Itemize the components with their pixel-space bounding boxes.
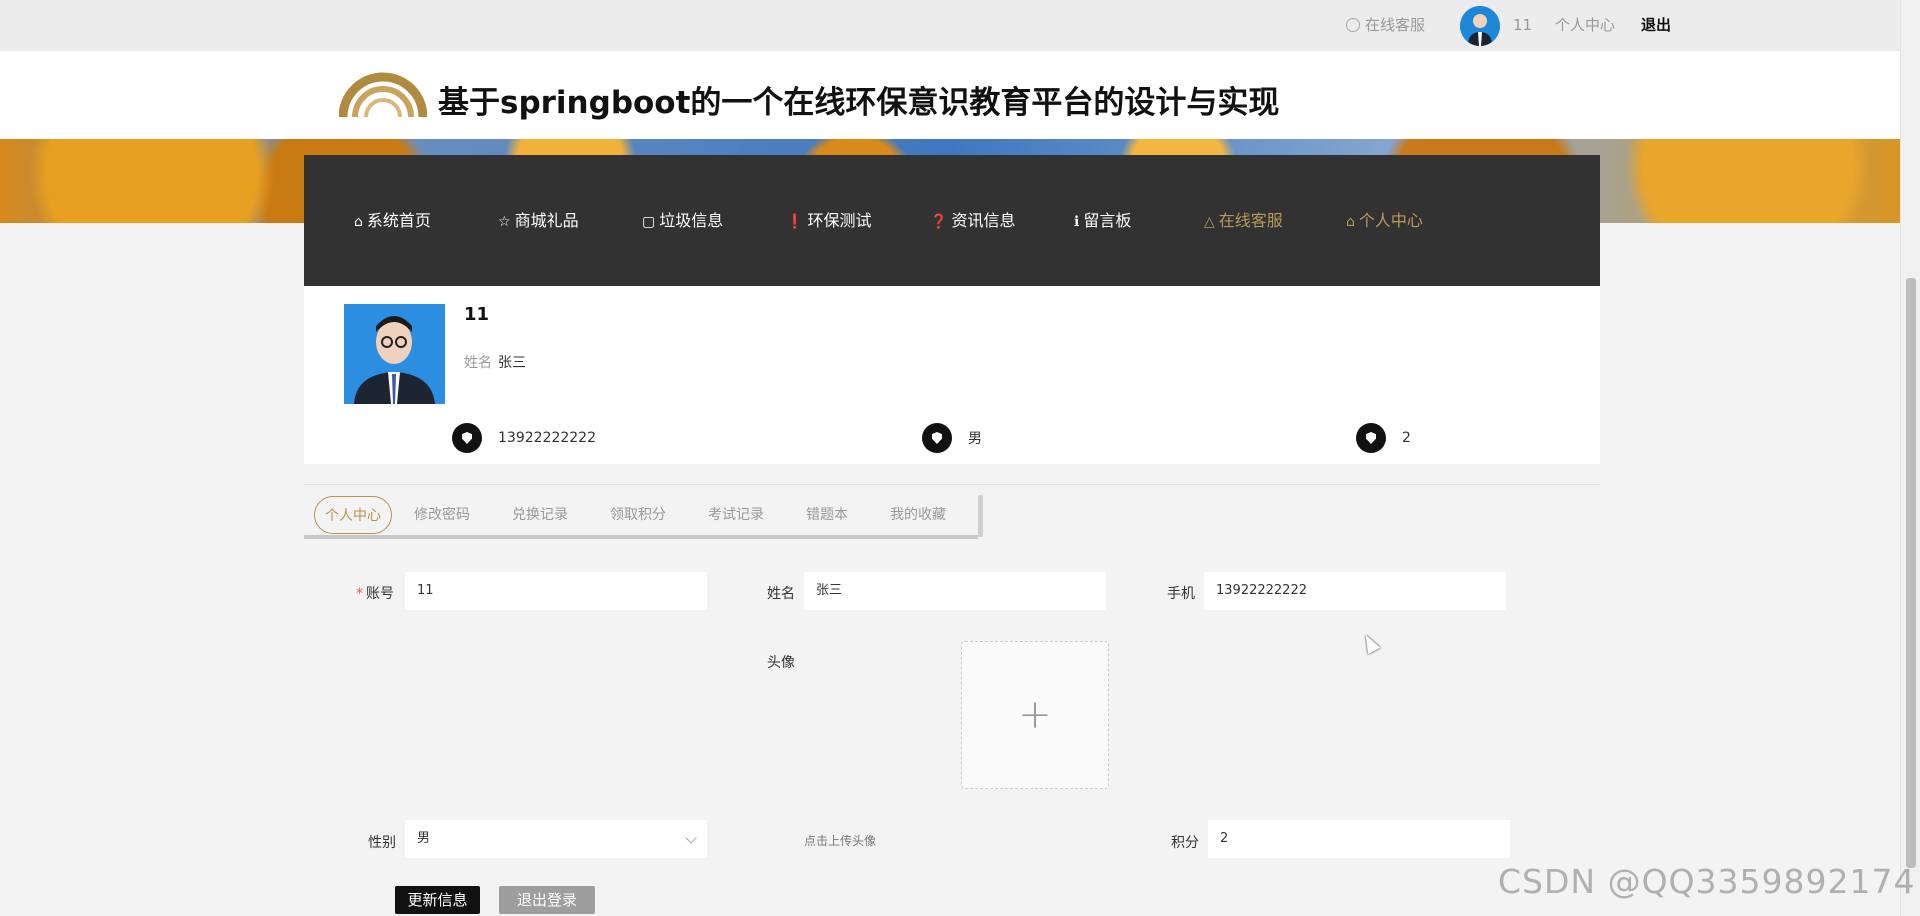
avatar[interactable] [1460,6,1500,46]
profile-card: 11 姓名 张三 13922222222 男 2 [304,286,1600,464]
profile-username: 11 [464,304,490,325]
profile-gender: 男 [922,423,982,453]
site-title: 基于springboot的一个在线环保意识教育平台的设计与实现 [438,85,1280,121]
nav-item-personal-center[interactable]: ⌂ 个人中心 [1346,211,1423,232]
logo-icon [339,72,427,118]
tab-wrong-questions[interactable]: 错题本 [806,496,848,534]
main-nav: ⌂ 系统首页 ☆ 商城礼品 ▢ 垃圾信息 ❗ 环保测试 ❓ 资讯信息 ℹ 留言板 △ 在线客服… [304,155,1600,286]
tab-change-password[interactable]: 修改密码 [414,496,470,534]
site-header: 基于springboot的一个在线环保意识教育平台的设计与实现 [0,51,1900,139]
avatar-label: 头像 [767,655,795,671]
top-utility-bar: 在线客服 11 个人中心 退出 [0,0,1900,51]
points-label: 积分 [1171,835,1199,851]
home-icon: ⌂ [354,214,363,230]
gender-select[interactable]: 男 [405,820,707,858]
watermark: CSDN @QQ3359892174 [1498,862,1916,901]
personal-center-link[interactable]: 个人中心 [1555,16,1615,34]
nav-item-test[interactable]: ❗ 环保测试 [786,211,871,232]
logout-link[interactable]: 退出 [1641,16,1671,34]
tab-scroll-track[interactable] [304,535,978,539]
plus-icon: + [1018,692,1052,738]
name-value: 张三 [498,355,526,371]
nav-item-messages[interactable]: ℹ 留言板 [1074,211,1131,232]
page-scrollbar[interactable] [1900,0,1920,916]
online-service-link[interactable]: 在线客服 [1346,16,1425,34]
phone-field[interactable]: 13922222222 [1204,572,1506,610]
shield-icon [452,423,482,453]
tab-favorites[interactable]: 我的收藏 [890,496,946,534]
profile-real-name: 姓名 张三 [464,352,526,372]
upload-hint: 点击上传头像 [804,834,877,848]
avatar-upload[interactable]: + [961,641,1109,789]
topbar-username: 11 [1513,16,1533,34]
tab-exchange-records[interactable]: 兑换记录 [512,496,568,534]
points-field[interactable]: 2 [1208,820,1510,858]
tab-exam-records[interactable]: 考试记录 [708,496,764,534]
name-field-label: 姓名 [767,586,795,602]
nav-item-news[interactable]: ❓ 资讯信息 [930,211,1015,232]
account-field[interactable]: 11 [405,572,707,610]
bell-icon: △ [1204,214,1215,230]
nav-item-garbage[interactable]: ▢ 垃圾信息 [642,211,723,232]
profile-form-panel: 个人中心 修改密码 兑换记录 领取积分 考试记录 错题本 我的收藏 * 账号 11… [304,484,1600,916]
shield-icon [1356,423,1386,453]
profile-points: 2 [1356,423,1411,453]
update-info-button[interactable]: 更新信息 [395,886,480,914]
home-icon: ⌂ [1346,214,1355,230]
info-icon: ℹ [1074,214,1080,230]
profile-photo [344,304,445,404]
online-service-label: 在线客服 [1365,16,1426,34]
nav-item-mall[interactable]: ☆ 商城礼品 [498,211,579,232]
account-label: * 账号 [356,586,394,602]
nav-item-service[interactable]: △ 在线客服 [1204,211,1283,232]
bag-icon: ▢ [642,214,656,230]
profile-phone: 13922222222 [452,423,596,453]
tab-scroll-handle[interactable] [978,495,983,537]
scrollbar-thumb[interactable] [1906,278,1916,868]
logout-button[interactable]: 退出登录 [499,886,595,914]
gender-label: 性别 [368,835,396,851]
chevron-down-icon [685,832,697,844]
star-icon: ☆ [498,214,511,230]
headset-icon [1346,18,1360,32]
nav-item-home[interactable]: ⌂ 系统首页 [354,211,431,232]
tab-claim-points[interactable]: 领取积分 [610,496,666,534]
exclamation-icon: ❗ [786,214,804,230]
name-field[interactable]: 张三 [804,572,1106,610]
tab-personal-center[interactable]: 个人中心 [314,496,392,534]
user-portrait-icon [344,304,445,404]
user-portrait-icon [1460,6,1500,46]
name-label: 姓名 [464,355,492,371]
shield-icon [922,423,952,453]
phone-label: 手机 [1167,586,1195,602]
question-icon: ❓ [930,214,948,230]
